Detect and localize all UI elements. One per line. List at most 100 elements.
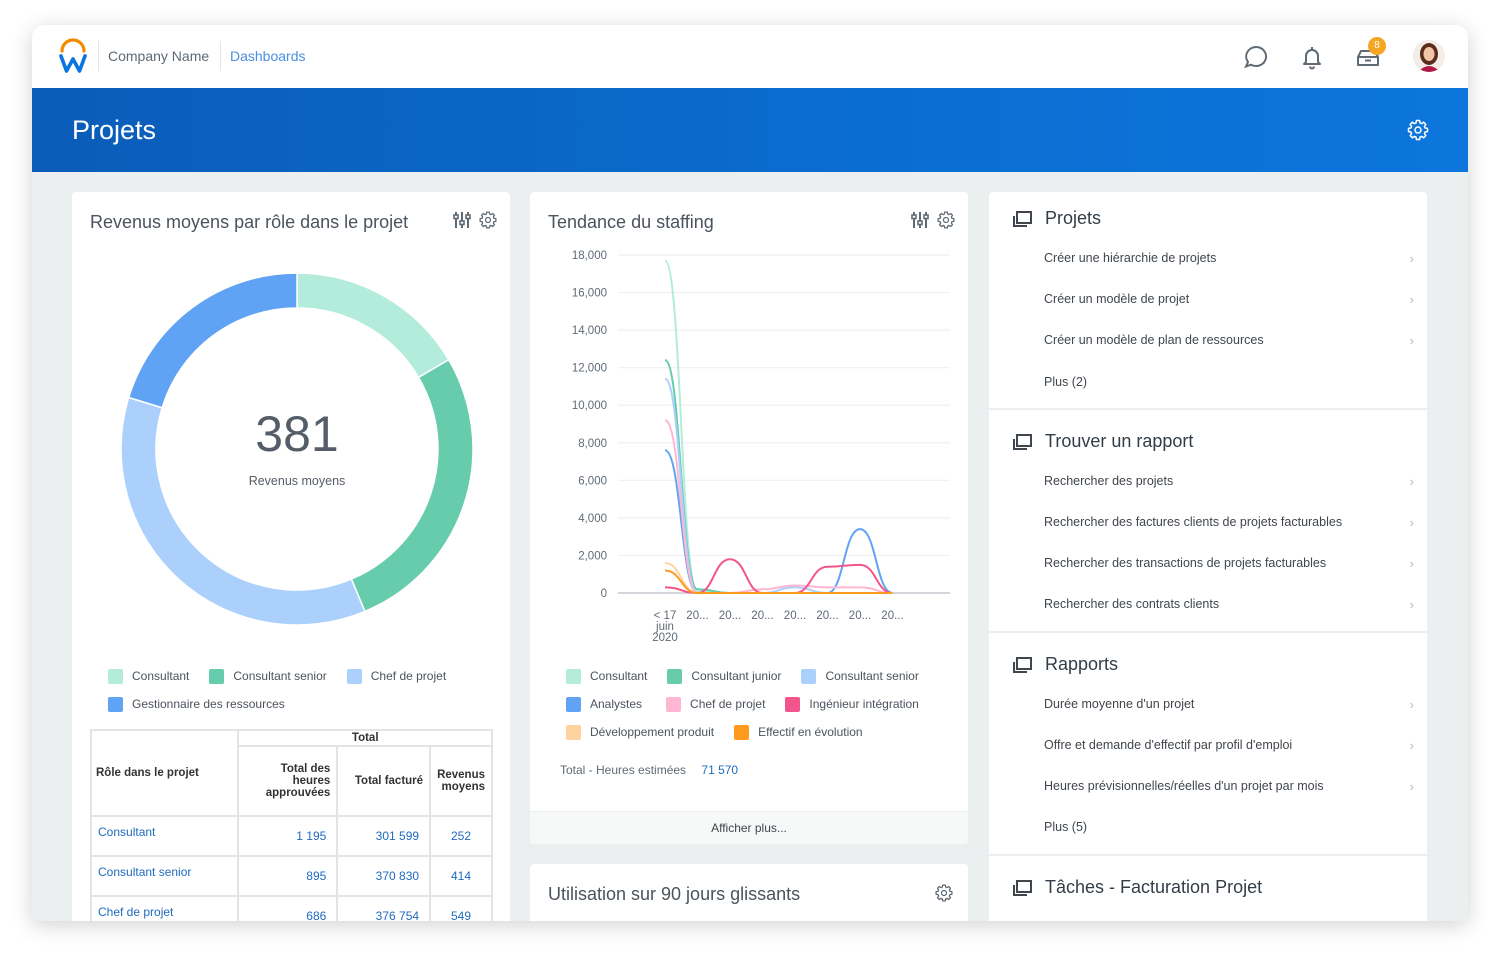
hours-cell[interactable]: 686 xyxy=(237,895,339,921)
section-title-taches-facturation[interactable]: Tâches - Facturation Projet xyxy=(1011,877,1262,898)
chat-icon[interactable] xyxy=(1242,43,1270,71)
link-label: Rechercher des projets xyxy=(1044,474,1174,488)
donut-slice[interactable] xyxy=(127,272,298,409)
legend-item[interactable]: Consultant xyxy=(566,668,648,684)
page-banner: Projets xyxy=(32,88,1468,172)
section-title-trouver-rapport: Trouver un rapport xyxy=(1011,431,1193,452)
section-title-text: Trouver un rapport xyxy=(1045,431,1194,451)
gear-icon[interactable] xyxy=(478,210,498,230)
billed-cell[interactable]: 370 830 xyxy=(336,855,432,897)
link-item[interactable]: Rechercher des factures clients de proje… xyxy=(1044,515,1414,530)
link-label: Heures prévisionnelles/réelles d'un proj… xyxy=(1044,779,1324,793)
series-line[interactable] xyxy=(664,377,893,594)
billed-cell[interactable]: 301 599 xyxy=(336,815,432,857)
link-item[interactable]: Rechercher des transactions de projets f… xyxy=(1044,556,1414,571)
legend-item[interactable]: Développement produit xyxy=(566,724,714,740)
series-line[interactable] xyxy=(664,449,893,594)
link-item[interactable]: Rechercher des contrats clients › xyxy=(1044,597,1414,612)
legend-swatch xyxy=(566,696,581,712)
breadcrumb-dashboards[interactable]: Dashboards xyxy=(230,48,306,64)
x-tick-label: 20... xyxy=(784,610,806,622)
workday-logo[interactable] xyxy=(58,38,88,74)
y-tick-label: 12,000 xyxy=(572,363,607,375)
role-link[interactable]: Chef de projet xyxy=(89,895,240,921)
section-title-text: Tâches - Facturation Projet xyxy=(1045,877,1263,897)
avatar[interactable] xyxy=(1413,40,1445,72)
worklet-icon xyxy=(1013,879,1032,896)
more-link[interactable]: Plus (5) xyxy=(1044,820,1414,834)
series-line[interactable] xyxy=(664,259,893,594)
link-label: Créer un modèle de plan de ressources xyxy=(1044,333,1264,347)
divider xyxy=(989,854,1427,856)
link-item[interactable]: Durée moyenne d'un projet › xyxy=(1044,697,1414,712)
role-link[interactable]: Consultant xyxy=(89,815,240,857)
link-item[interactable]: Créer un modèle de projet › xyxy=(1044,292,1414,307)
revenue-cell[interactable]: 549 xyxy=(429,895,493,921)
column-header[interactable]: Total facturé xyxy=(336,745,432,817)
legend-item[interactable]: Ingénieur intégration xyxy=(785,696,919,712)
y-tick-label: 6,000 xyxy=(578,475,607,487)
legend-swatch xyxy=(566,668,581,684)
link-item[interactable]: Heures prévisionnelles/réelles d'un proj… xyxy=(1044,779,1414,794)
series-line[interactable] xyxy=(664,359,893,594)
worklet-icon xyxy=(1013,656,1032,673)
bell-icon[interactable] xyxy=(1298,43,1326,71)
column-header[interactable]: Total des heures approuvées xyxy=(237,745,339,817)
hours-cell[interactable]: 1 195 xyxy=(237,815,339,857)
worklet-icon xyxy=(1013,210,1032,227)
legend-item[interactable]: Chef de projet xyxy=(666,696,765,712)
utilisation-card: Utilisation sur 90 jours glissants xyxy=(530,864,968,921)
link-item[interactable]: Créer une hiérarchie de projets › xyxy=(1044,251,1414,266)
revenue-cell[interactable]: 252 xyxy=(429,815,493,857)
roles-table: Rôle dans le projet Total Total des heur… xyxy=(89,729,493,921)
link-item[interactable]: Offre et demande d'effectif par profil d… xyxy=(1044,738,1414,753)
legend-item[interactable]: Chef de projet xyxy=(346,668,447,684)
total-hours-label: Total - Heures estimées xyxy=(560,763,687,777)
table-row: Consultant senior 895 370 830 414 xyxy=(89,855,493,897)
y-tick-label: 2,000 xyxy=(578,550,607,562)
legend-item[interactable]: Effectif en évolution xyxy=(734,724,863,740)
link-item[interactable]: Créer un modèle de plan de ressources › xyxy=(1044,333,1414,348)
legend-item[interactable]: Gestionnaire des ressources xyxy=(108,696,285,712)
legend-label: Consultant xyxy=(590,669,648,683)
hours-cell[interactable]: 895 xyxy=(237,855,339,897)
series-line[interactable] xyxy=(664,419,893,594)
y-tick-label: 16,000 xyxy=(572,288,607,300)
section-title-text: Rapports xyxy=(1045,654,1119,674)
more-link[interactable]: Plus (2) xyxy=(1044,375,1414,389)
link-item[interactable]: Rechercher des projets › xyxy=(1044,474,1414,489)
top-bar: Company Name Dashboards 8 xyxy=(32,25,1468,88)
staffing-card-title: Tendance du staffing xyxy=(548,212,714,232)
show-more-button[interactable]: Afficher plus... xyxy=(530,811,968,844)
total-hours-value[interactable]: 71 570 xyxy=(701,763,738,777)
column-header[interactable]: Revenus moyens xyxy=(429,745,493,817)
group-header: Total xyxy=(237,729,493,747)
y-tick-label: 4,000 xyxy=(578,513,607,525)
gear-icon[interactable] xyxy=(1406,118,1430,142)
y-tick-label: 10,000 xyxy=(572,400,607,412)
chevron-right-icon: › xyxy=(1409,597,1414,612)
legend-item[interactable]: Consultant junior xyxy=(667,668,781,684)
app-window: Company Name Dashboards 8 Projets Revenu… xyxy=(32,25,1468,921)
gear-icon[interactable] xyxy=(934,883,954,903)
legend-item[interactable]: Consultant senior xyxy=(209,668,327,684)
section-title-text: Projets xyxy=(1045,208,1102,228)
legend-item[interactable]: Analystes xyxy=(566,696,642,712)
legend-label: Gestionnaire des ressources xyxy=(132,697,285,711)
revenue-cell[interactable]: 414 xyxy=(429,855,493,897)
links-card: Projets Créer une hiérarchie de projets ›… xyxy=(989,192,1427,921)
chevron-right-icon: › xyxy=(1409,738,1414,753)
filter-sliders-icon[interactable] xyxy=(910,210,930,230)
link-label: Créer un modèle de projet xyxy=(1044,292,1190,306)
legend-item[interactable]: Consultant xyxy=(108,668,189,684)
legend-label: Chef de projet xyxy=(370,669,447,683)
column-header[interactable]: Rôle dans le projet xyxy=(89,729,240,817)
billed-cell[interactable]: 376 754 xyxy=(336,895,432,921)
donut-slice[interactable] xyxy=(296,272,450,379)
legend-item[interactable]: Consultant senior xyxy=(801,668,919,684)
filter-sliders-icon[interactable] xyxy=(452,210,472,230)
role-link[interactable]: Consultant senior xyxy=(89,855,240,897)
y-tick-label: 0 xyxy=(601,588,607,600)
legend-swatch xyxy=(566,724,581,740)
gear-icon[interactable] xyxy=(936,210,956,230)
